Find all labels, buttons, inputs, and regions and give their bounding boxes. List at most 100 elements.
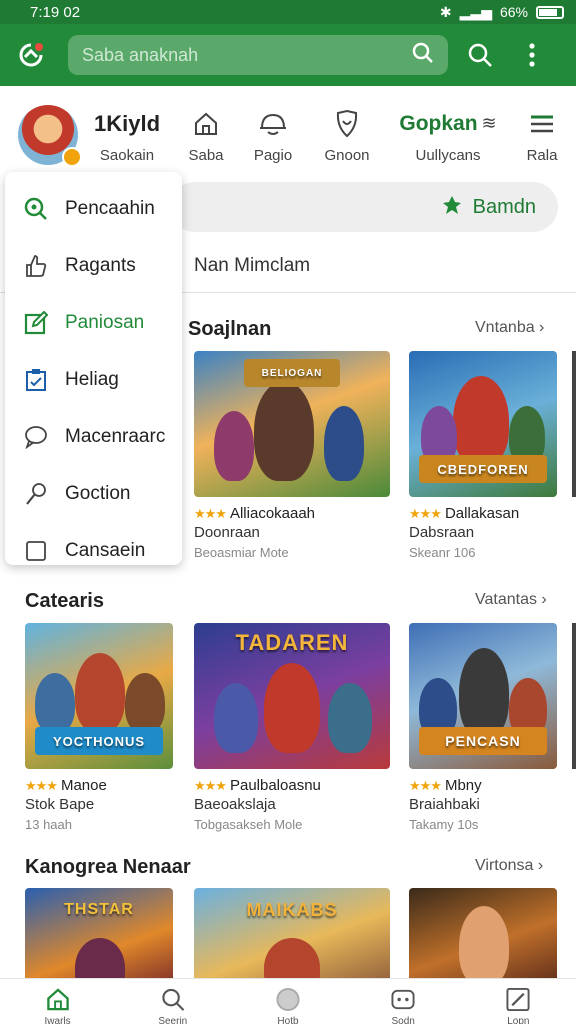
game-subtitle: Baeoakslaja (194, 796, 276, 813)
bluetooth-icon: ✱ (439, 3, 452, 20)
bottom-nav-label: Lopn (507, 1016, 530, 1024)
search-button[interactable] (460, 35, 500, 75)
rating-stars: ★★★ (194, 778, 227, 793)
section-more-label: Vatantas (475, 591, 537, 608)
explore-title: Gopkan ≋ (399, 107, 496, 141)
circle-icon (276, 987, 300, 1012)
game-card[interactable]: BELIOGAN ★★★ Alliacokaaah Doonraan Beoasm… (194, 351, 390, 560)
more-options-button[interactable] (512, 35, 552, 75)
battery-percent: 66% (499, 4, 528, 20)
menu-item-location[interactable]: Goction (5, 465, 182, 522)
game-subtitle: Stok Bape (25, 796, 95, 813)
next-card-edge (572, 623, 576, 769)
menu-item-edit[interactable]: Paniosan (5, 294, 182, 351)
bottom-nav-search[interactable]: Seerin (133, 987, 213, 1024)
game-thumbnail: THSTAR (25, 888, 173, 988)
bottom-nav-center[interactable]: Hotb (248, 987, 328, 1024)
game-thumbnail: PENCASN (409, 623, 557, 769)
menu-item-cancel[interactable]: Cansaein (5, 522, 182, 579)
section-more-link[interactable]: Virtonsa › (475, 857, 543, 875)
nav-item-menu[interactable]: Rala (512, 95, 572, 175)
section-title: Soajlnan (188, 318, 272, 340)
game-subtitle: Doonraan (194, 524, 260, 541)
bottom-nav-edit[interactable]: Lopn (478, 987, 558, 1024)
menu-item-label: Ragants (65, 254, 136, 276)
bottom-nav-label: Iwarls (44, 1016, 71, 1024)
next-card-edge (572, 351, 576, 497)
menu-item-messages[interactable]: Macenraarc (5, 408, 182, 465)
leaf-icon (441, 194, 463, 221)
bottom-nav-games[interactable]: Sodn (363, 987, 443, 1024)
edit-icon (506, 987, 530, 1012)
character-figure (254, 381, 314, 481)
game-thumbnail: MAIKABS (194, 888, 390, 988)
rating-stars: ★★★ (409, 506, 442, 521)
menu-item-tasks[interactable]: Heliag (5, 351, 182, 408)
dropdown-menu: Pencaahin Ragants Paniosan Heliag Macenr… (5, 172, 182, 565)
search-icon[interactable] (412, 42, 434, 69)
badge-icon (62, 147, 82, 167)
bottom-nav-label: Seerin (158, 1016, 188, 1024)
status-bar: 7:19 02 ✱ ▂▃▅ 66% (0, 0, 576, 24)
game-thumbnail: YOCTHONUS (25, 623, 173, 769)
game-subtitle: Braiahbaki (409, 796, 480, 813)
nav-item-explore[interactable]: Gopkan ≋ Uullycans (384, 95, 512, 175)
character-figure (35, 673, 75, 733)
nav-item-label: Saokain (99, 146, 155, 164)
character-figure (264, 663, 320, 753)
game-card[interactable]: PENCASN ★★★ Mbny Braiahbaki Takamy 10s (409, 623, 557, 832)
nav-item-label: Uullycans (415, 146, 481, 164)
rating-stars: ★★★ (409, 778, 442, 793)
filter-subtitle: Nan Mimclam (194, 255, 311, 276)
game-thumbnail (409, 888, 557, 988)
nav-profile-title: 1Kiyld (93, 110, 161, 136)
game-banner: BELIOGAN (244, 359, 340, 387)
game-banner: MAIKABS (246, 899, 338, 920)
game-card[interactable] (409, 888, 557, 988)
search-input[interactable] (82, 44, 382, 66)
game-title: Dallakasan (444, 505, 520, 522)
checkbox-icon (23, 538, 49, 564)
game-banner: THSTAR (64, 901, 134, 918)
avatar[interactable] (18, 105, 82, 167)
status-icons: ✱ ▂▃▅ 66% (440, 4, 564, 21)
section-more-label: Virtonsa (475, 857, 534, 874)
game-title: Manoe (60, 777, 107, 794)
nav-item-page[interactable]: Pagio (236, 95, 310, 175)
character-figure (453, 376, 509, 466)
section-more-link[interactable]: Vntanba › (475, 319, 544, 337)
nav-item-profile[interactable]: 1Kiyld Saokain (92, 95, 162, 175)
nav-item-group[interactable]: Gnoon (310, 95, 384, 175)
hamburger-icon (529, 107, 555, 141)
character-figure (459, 648, 509, 738)
status-time: 7:19 02 (30, 3, 81, 21)
menu-item-likes[interactable]: Ragants (5, 237, 182, 294)
edit-icon (23, 310, 49, 336)
game-card[interactable]: THSTAR (25, 888, 173, 988)
filter-pill[interactable]: Bamdn (170, 182, 558, 232)
nav-item-label: Gnoon (324, 146, 370, 164)
game-thumbnail: TADAREN (194, 623, 390, 769)
game-card[interactable]: TADAREN ★★★ Paulbaloasnu Baeoakslaja Tobg… (194, 623, 390, 832)
game-card[interactable]: YOCTHONUS ★★★ Manoe Stok Bape 13 haah (25, 623, 173, 832)
search-box[interactable] (68, 35, 448, 75)
menu-item-search[interactable]: Pencaahin (5, 180, 182, 237)
search-icon (468, 43, 492, 67)
character-figure (324, 406, 364, 481)
nav-item-label: Saba (188, 146, 224, 164)
bottom-nav: Iwarls Seerin Hotb Sodn Lopn (0, 978, 576, 1024)
nav-item-home[interactable]: Saba (176, 95, 236, 175)
game-card[interactable]: MAIKABS (194, 888, 390, 988)
game-card[interactable]: CBEDFOREN ★★★ Dallakasan Dabsraan Skeanr … (409, 351, 557, 560)
bottom-nav-home[interactable]: Iwarls (18, 987, 98, 1024)
pin-icon (23, 481, 49, 507)
section-more-link[interactable]: Vatantas › (475, 591, 547, 609)
game-banner: PENCASN (419, 727, 547, 755)
app-logo-icon[interactable] (14, 38, 48, 72)
more-vertical-icon (529, 43, 535, 67)
character-figure (214, 411, 254, 481)
menu-item-label: Paniosan (65, 311, 145, 333)
character-figure (214, 683, 258, 753)
thumbs-up-icon (23, 253, 49, 279)
clipboard-check-icon (23, 367, 49, 393)
